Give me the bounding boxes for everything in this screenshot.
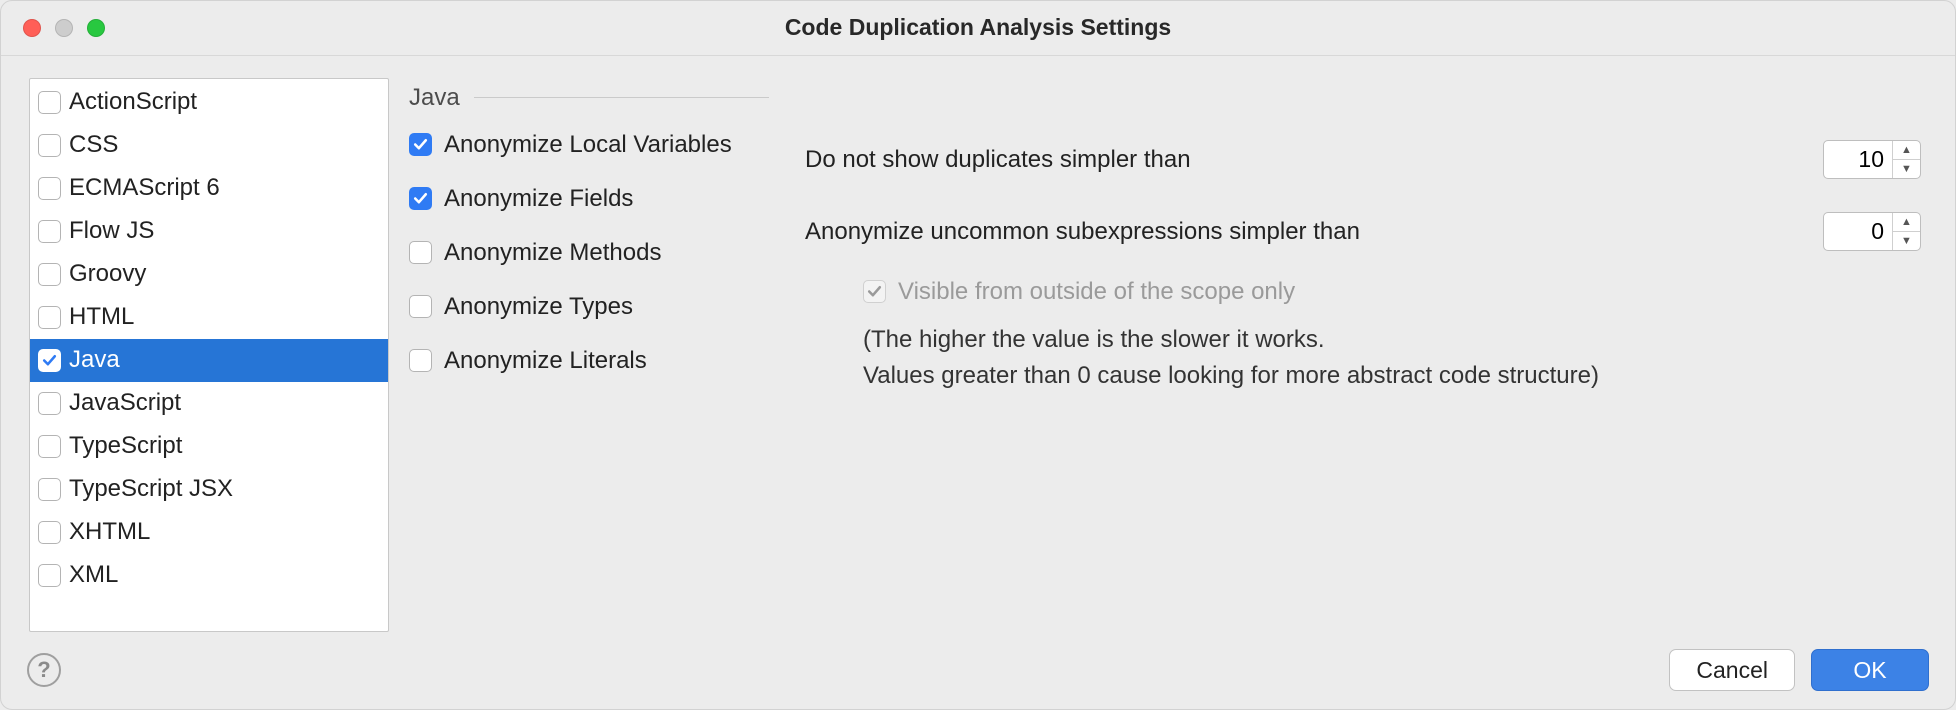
titlebar: Code Duplication Analysis Settings [1, 1, 1955, 56]
language-checkbox[interactable] [38, 134, 61, 157]
duplicates-threshold-row: Do not show duplicates simpler than ▲ ▼ [805, 124, 1921, 196]
minimize-window-button[interactable] [55, 19, 73, 37]
option-checkbox[interactable] [409, 241, 432, 264]
option-label: Anonymize Fields [444, 185, 633, 213]
language-item[interactable]: TypeScript [30, 425, 388, 468]
language-item[interactable]: TypeScript JSX [30, 468, 388, 511]
dialog-title: Code Duplication Analysis Settings [1, 14, 1955, 41]
duplicates-threshold-label: Do not show duplicates simpler than [805, 146, 1823, 174]
note-line-1: (The higher the value is the slower it w… [863, 326, 1325, 353]
language-label: ECMAScript 6 [69, 174, 220, 202]
language-label: JavaScript [69, 389, 181, 417]
option-label: Anonymize Methods [444, 239, 661, 267]
language-label: Groovy [69, 260, 146, 288]
anonymize-option[interactable]: Anonymize Types [409, 280, 769, 334]
language-item[interactable]: JavaScript [30, 382, 388, 425]
subexpr-threshold-label: Anonymize uncommon subexpressions simple… [805, 218, 1823, 246]
scope-only-checkbox [863, 280, 886, 303]
option-label: Anonymize Types [444, 293, 633, 321]
window-controls [23, 19, 105, 37]
spinner-buttons: ▲ ▼ [1892, 213, 1920, 250]
spinner-down-icon[interactable]: ▼ [1893, 232, 1920, 250]
language-list[interactable]: ActionScript CSS ECMAScript 6 Flow JS Groovy… [29, 78, 389, 632]
ok-button[interactable]: OK [1811, 649, 1929, 691]
language-checkbox[interactable] [38, 177, 61, 200]
language-label: TypeScript [69, 432, 182, 460]
language-item[interactable]: Java [30, 339, 388, 382]
language-item[interactable]: CSS [30, 124, 388, 167]
option-checkbox[interactable] [409, 349, 432, 372]
anonymize-option[interactable]: Anonymize Fields [409, 172, 769, 226]
section-header: Java [409, 78, 769, 118]
anonymize-option[interactable]: Anonymize Literals [409, 334, 769, 388]
option-checkbox[interactable] [409, 295, 432, 318]
zoom-window-button[interactable] [87, 19, 105, 37]
close-window-button[interactable] [23, 19, 41, 37]
duplicates-threshold-spinner[interactable]: ▲ ▼ [1823, 140, 1921, 179]
dialog: Code Duplication Analysis Settings Actio… [0, 0, 1956, 710]
scope-only-label: Visible from outside of the scope only [898, 278, 1295, 306]
language-checkbox[interactable] [38, 521, 61, 544]
language-checkbox[interactable] [38, 478, 61, 501]
options-column: Java Anonymize Local VariablesAnonymize … [409, 78, 769, 632]
subexpr-threshold-spinner[interactable]: ▲ ▼ [1823, 212, 1921, 251]
language-checkbox[interactable] [38, 306, 61, 329]
note-line-2: Values greater than 0 cause looking for … [863, 362, 1599, 389]
language-item[interactable]: ActionScript [30, 81, 388, 124]
thresholds-column: Do not show duplicates simpler than ▲ ▼ … [805, 78, 1927, 632]
anonymize-option[interactable]: Anonymize Methods [409, 226, 769, 280]
spinner-down-icon[interactable]: ▼ [1893, 160, 1920, 178]
spinner-buttons: ▲ ▼ [1892, 141, 1920, 178]
language-label: ActionScript [69, 88, 197, 116]
threshold-note: (The higher the value is the slower it w… [805, 322, 1921, 394]
language-checkbox[interactable] [38, 392, 61, 415]
language-label: XHTML [69, 518, 150, 546]
language-item[interactable]: ECMAScript 6 [30, 167, 388, 210]
language-label: TypeScript JSX [69, 475, 233, 503]
option-label: Anonymize Local Variables [444, 131, 732, 159]
duplicates-threshold-input[interactable] [1824, 141, 1892, 178]
content-area: ActionScript CSS ECMAScript 6 Flow JS Groovy… [1, 56, 1955, 632]
subexpr-threshold-row: Anonymize uncommon subexpressions simple… [805, 196, 1921, 268]
language-checkbox[interactable] [38, 263, 61, 286]
anonymize-options: Anonymize Local Variables Anonymize Field… [409, 118, 769, 388]
language-item[interactable]: XML [30, 554, 388, 597]
option-checkbox[interactable] [409, 133, 432, 156]
scope-only-row: Visible from outside of the scope only [805, 268, 1921, 316]
language-checkbox[interactable] [38, 220, 61, 243]
language-item[interactable]: Flow JS [30, 210, 388, 253]
anonymize-option[interactable]: Anonymize Local Variables [409, 118, 769, 172]
option-label: Anonymize Literals [444, 347, 647, 375]
spinner-up-icon[interactable]: ▲ [1893, 213, 1920, 232]
language-checkbox[interactable] [38, 435, 61, 458]
language-label: CSS [69, 131, 118, 159]
help-button[interactable]: ? [27, 653, 61, 687]
language-label: XML [69, 561, 118, 589]
section-divider [474, 97, 769, 98]
option-checkbox[interactable] [409, 187, 432, 210]
language-item[interactable]: XHTML [30, 511, 388, 554]
language-item[interactable]: HTML [30, 296, 388, 339]
section-title: Java [409, 84, 460, 112]
language-label: Flow JS [69, 217, 154, 245]
language-label: Java [69, 346, 120, 374]
language-checkbox[interactable] [38, 91, 61, 114]
subexpr-threshold-input[interactable] [1824, 213, 1892, 250]
help-icon: ? [37, 657, 50, 683]
language-item[interactable]: Groovy [30, 253, 388, 296]
language-checkbox[interactable] [38, 564, 61, 587]
detail-panel: Java Anonymize Local VariablesAnonymize … [409, 78, 1927, 632]
language-label: HTML [69, 303, 134, 331]
cancel-button[interactable]: Cancel [1669, 649, 1795, 691]
language-checkbox[interactable] [38, 349, 61, 372]
spinner-up-icon[interactable]: ▲ [1893, 141, 1920, 160]
dialog-footer: ? Cancel OK [1, 632, 1955, 709]
